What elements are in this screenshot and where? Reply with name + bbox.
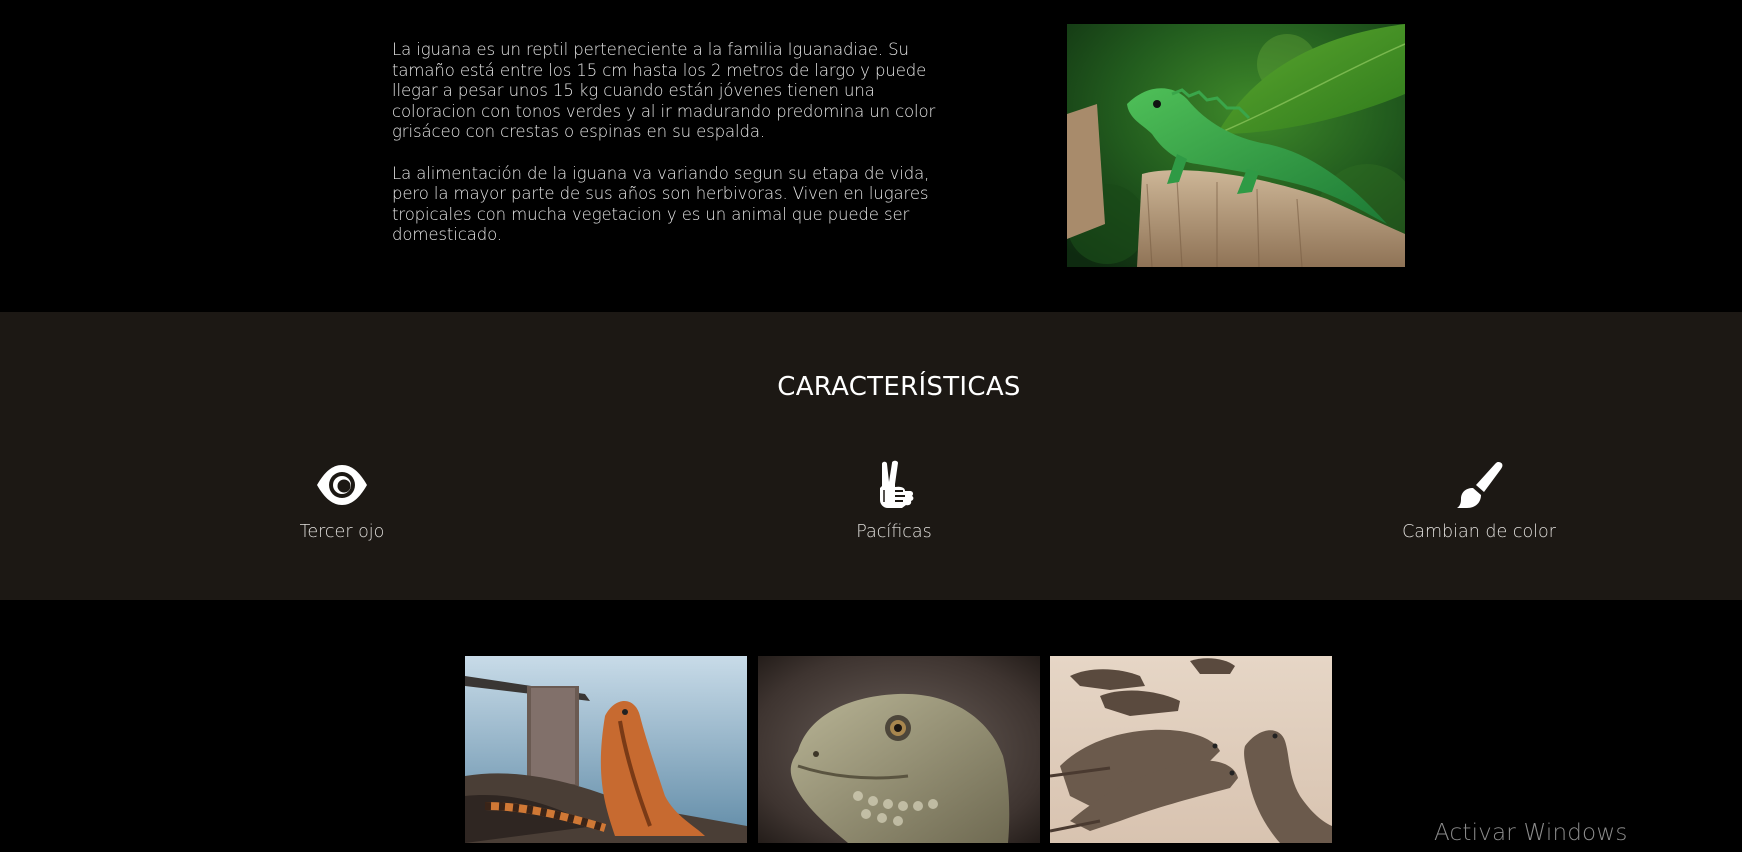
paint-brush-icon bbox=[1359, 460, 1599, 510]
feature-label: Cambian de color bbox=[1402, 522, 1556, 542]
iguanas-on-sand-photo bbox=[1050, 656, 1332, 843]
gallery-section bbox=[0, 600, 1742, 852]
eye-icon bbox=[222, 460, 462, 510]
iguana-by-water-photo bbox=[465, 656, 747, 843]
peace-hand-icon bbox=[774, 460, 1014, 510]
intro-paragraph-2: La alimentación de la iguana va variando… bbox=[392, 163, 930, 245]
intro-paragraph-1: La iguana es un reptil perteneciente a l… bbox=[392, 40, 936, 142]
iguana-head-closeup-photo bbox=[758, 656, 1040, 843]
features-section: CARACTERÍSTICAS Tercer ojo Pacíficas Cam… bbox=[0, 312, 1742, 600]
feature-tercer-ojo: Tercer ojo bbox=[222, 460, 462, 542]
feature-pacificas: Pacíficas bbox=[774, 460, 1014, 542]
windows-activation-watermark: Activar Windows bbox=[1434, 820, 1628, 846]
feature-cambian-de-color: Cambian de color bbox=[1359, 460, 1599, 542]
intro-text: La iguana es un reptil perteneciente a l… bbox=[392, 40, 957, 267]
feature-label: Tercer ojo bbox=[299, 522, 385, 542]
features-title: CARACTERÍSTICAS bbox=[777, 372, 1021, 402]
feature-label: Pacíficas bbox=[856, 522, 932, 542]
green-iguana-photo bbox=[1067, 24, 1405, 267]
intro-section: La iguana es un reptil perteneciente a l… bbox=[0, 0, 1742, 312]
